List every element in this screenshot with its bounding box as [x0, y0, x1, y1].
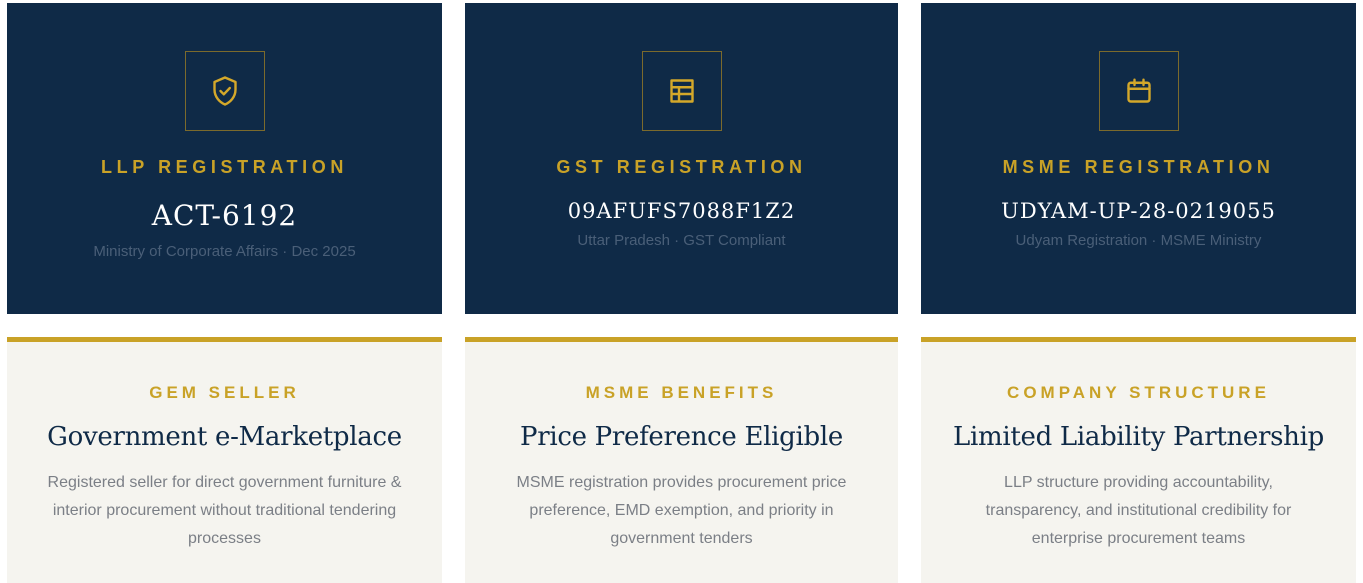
card-title: COMPANY STRUCTURE	[1007, 383, 1270, 402]
registration-number: UDYAM-UP-28-0219055	[1001, 199, 1276, 223]
card-title: MSME BENEFITS	[585, 383, 778, 402]
card-title: LLP REGISTRATION	[101, 157, 348, 177]
shield-check-icon	[184, 51, 265, 131]
registration-number: ACT-6192	[151, 199, 298, 232]
gst-registration-card: GST REGISTRATION 09AFUFS7088F1Z2 Uttar P…	[465, 3, 898, 314]
msme-registration-card: MSME REGISTRATION UDYAM-UP-28-0219055 Ud…	[921, 3, 1356, 314]
card-title: GST REGISTRATION	[556, 157, 807, 177]
card-title: GEM SELLER	[149, 383, 300, 402]
company-structure-card: COMPANY STRUCTURE Limited Liability Part…	[921, 337, 1356, 583]
card-heading: Government e-Marketplace	[47, 422, 402, 452]
registration-number: 09AFUFS7088F1Z2	[567, 199, 796, 223]
card-title: MSME REGISTRATION	[1002, 157, 1275, 177]
card-subtitle: Ministry of Corporate Affairs · Dec 2025	[93, 243, 356, 260]
card-description: LLP structure providing accountability, …	[985, 474, 1292, 547]
msme-benefits-card: MSME BENEFITS Price Preference Eligible …	[465, 337, 898, 583]
card-subtitle: Udyam Registration · MSME Ministry	[1015, 232, 1262, 249]
card-subtitle: Uttar Pradesh · GST Compliant	[577, 232, 786, 249]
llp-registration-card: LLP REGISTRATION ACT-6192 Ministry of Co…	[7, 3, 442, 314]
card-heading: Price Preference Eligible	[520, 422, 843, 452]
table-icon	[641, 51, 722, 131]
card-heading: Limited Liability Partnership	[953, 422, 1324, 452]
card-description: MSME registration provides procurement p…	[516, 474, 847, 547]
card-description: Registered seller for direct government …	[47, 474, 402, 547]
gem-seller-card: GEM SELLER Government e-Marketplace Regi…	[7, 337, 442, 583]
calendar-icon	[1098, 51, 1179, 131]
